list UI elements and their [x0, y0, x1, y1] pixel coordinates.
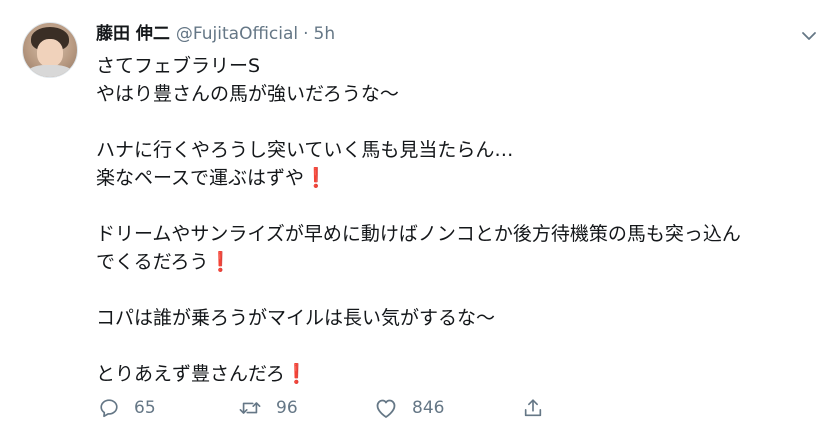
- tweet-line: ドリームやサンライズが早めに動けばノンコとか後方待機策の馬も突っ込ん: [96, 223, 741, 245]
- exclamation-emoji: ❗: [304, 167, 328, 189]
- avatar-shirt: [27, 65, 73, 77]
- tweet-menu-button[interactable]: [799, 26, 819, 46]
- tweet-card: 藤田 伸二 @FujitaOfficial · 5h さてフェブラリーS やはり…: [0, 0, 837, 445]
- author-name[interactable]: 藤田 伸二: [96, 22, 170, 46]
- tweet-line: とりあえず豊さんだろ❗: [96, 363, 309, 385]
- heart-icon: [376, 399, 396, 418]
- exclamation-emoji: ❗: [208, 251, 233, 273]
- share-icon: [524, 399, 542, 417]
- tweet-text: さてフェブラリーS やはり豊さんの馬が強いだろうな〜 ハナに行くやろうし突いてい…: [96, 52, 816, 388]
- retweet-button[interactable]: 96: [238, 397, 374, 419]
- share-button[interactable]: [522, 397, 552, 419]
- author-handle[interactable]: @FujitaOfficial: [176, 22, 298, 46]
- retweet-count: 96: [276, 398, 298, 418]
- exclamation-emoji: ❗: [284, 363, 309, 385]
- separator-dot: ·: [303, 24, 309, 44]
- like-button[interactable]: 846: [374, 397, 522, 419]
- tweet-line: でくるだろう❗: [96, 251, 233, 273]
- avatar-face: [37, 39, 63, 67]
- like-count: 846: [412, 398, 445, 418]
- chevron-down-icon: [802, 32, 816, 40]
- tweet-line: ハナに行くやろうし突いていく馬も見当たらん…: [96, 139, 514, 161]
- tweet-timestamp[interactable]: 5h: [314, 22, 336, 46]
- tweet-line: さてフェブラリーS: [96, 55, 261, 77]
- reply-button[interactable]: 65: [98, 397, 238, 419]
- tweet-line: やはり豊さんの馬が強いだろうな〜: [96, 83, 399, 105]
- avatar[interactable]: [22, 22, 78, 78]
- tweet-line: コパは誰が乗ろうがマイルは長い気がするな〜: [96, 307, 496, 329]
- retweet-icon: [239, 402, 261, 414]
- reply-count: 65: [134, 398, 156, 418]
- reply-icon: [100, 399, 118, 418]
- tweet-header: 藤田 伸二 @FujitaOfficial · 5h: [96, 22, 335, 46]
- tweet-line: 楽なペースで運ぶはずや❗: [96, 167, 328, 189]
- tweet-actions: 65 96 846: [98, 397, 552, 419]
